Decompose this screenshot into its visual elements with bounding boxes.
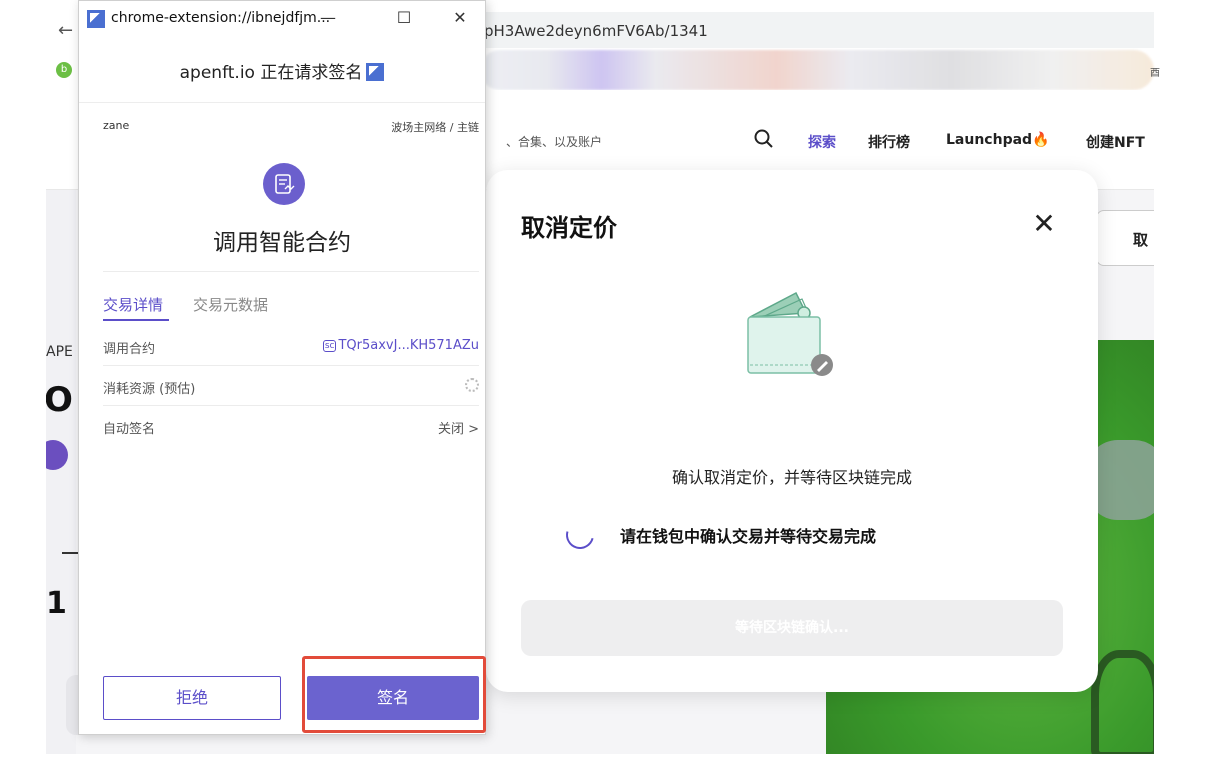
status-text: 请在钱包中确认交易并等待交易完成 <box>620 527 877 546</box>
modal-title: 取消定价 <box>521 214 617 242</box>
row-resource-label: 消耗资源 (预估) <box>103 382 196 397</box>
modal-status: 请在钱包中确认交易并等待交易完成 <box>560 515 877 555</box>
tab-transaction-metadata[interactable]: 交易元数据 <box>193 294 268 315</box>
smart-contract-icon <box>263 163 305 205</box>
tronlink-inline-logo-icon <box>366 63 385 81</box>
modal-description: 确认取消定价，并等待区块链完成 <box>671 468 912 487</box>
partial-button-label: 取 <box>1133 231 1149 249</box>
nav-launchpad-label: Launchpad <box>946 132 1033 148</box>
partial-action-button[interactable]: 取 <box>1096 210 1154 266</box>
signature-request-text: apenft.io 正在请求签名 <box>79 58 485 83</box>
nav-ranking[interactable]: 排行榜 <box>868 132 910 152</box>
wallet-icon <box>747 291 833 376</box>
signature-request-label: apenft.io 正在请求签名 <box>179 63 363 83</box>
cancel-listing-modal: 取消定价 ✕ 确认取消定价，并等待区块链完成 请在钱包中确认交易并等待交易完成 … <box>486 170 1098 692</box>
row-resource-estimate: 消耗资源 (预估) <box>103 366 479 406</box>
blurred-bookmarks-bar <box>480 50 1154 90</box>
contract-address-link[interactable]: sc TQr5axvJ...KH571AZu <box>322 338 479 353</box>
minimize-icon[interactable]: — <box>313 5 343 31</box>
bookmark-icon[interactable]: b <box>56 62 72 78</box>
close-window-icon[interactable]: ✕ <box>445 5 475 31</box>
wallet-extension-popup: chrome-extension://ibnejdfjm... — ☐ ✕ ap… <box>78 0 486 735</box>
maximize-icon[interactable]: ☐ <box>389 5 419 31</box>
network-name: 波场主网络 / 主链 <box>391 121 479 134</box>
popup-titlebar: chrome-extension://ibnejdfjm... — ☐ ✕ <box>79 1 485 37</box>
nft-image-detail-ring <box>1091 650 1154 754</box>
browser-window: ← pH3Awe2deyn6mFV6Ab/1341 b 酉 、合集、以及账户 探… <box>0 0 1214 762</box>
sc-badge: sc <box>322 340 337 352</box>
sign-button[interactable]: 签名 <box>307 676 479 720</box>
tronlink-logo-icon <box>87 10 105 28</box>
search-icon[interactable] <box>753 128 775 150</box>
url-text[interactable]: pH3Awe2deyn6mFV6Ab/1341 <box>484 22 708 40</box>
partial-collection-label: APE <box>46 344 73 360</box>
tab-transaction-details[interactable]: 交易详情 <box>103 294 170 321</box>
bookmark-overflow-text: 酉 <box>1150 68 1160 79</box>
popup-header: apenft.io 正在请求签名 <box>79 37 485 103</box>
row-auto-sign[interactable]: 自动签名 关闭 > <box>103 406 479 446</box>
auto-sign-value[interactable]: 关闭 > <box>438 418 479 437</box>
popup-window-title: chrome-extension://ibnejdfjm... <box>111 10 331 26</box>
close-icon[interactable]: ✕ <box>1030 210 1058 238</box>
nav-create-nft[interactable]: 创建NFT <box>1086 132 1145 152</box>
search-placeholder[interactable]: 、合集、以及账户 <box>506 133 602 150</box>
reject-button[interactable]: 拒绝 <box>103 676 281 720</box>
popup-main-title: 调用智能合约 <box>213 230 351 256</box>
loading-spinner-icon <box>560 515 600 555</box>
waiting-confirmation-button[interactable]: 等待区块链确认... <box>521 600 1063 656</box>
back-arrow-icon[interactable]: ← <box>58 20 73 41</box>
partial-title: O <box>46 380 73 420</box>
divider <box>103 271 479 272</box>
flame-icon: 🔥 <box>1032 132 1050 148</box>
partial-price: 1 <box>46 586 67 621</box>
left-content-strip <box>46 190 76 754</box>
row-contract: 调用合约 sc TQr5axvJ...KH571AZu <box>103 326 479 366</box>
row-contract-label: 调用合约 <box>103 342 156 357</box>
nav-explore[interactable]: 探索 <box>808 132 836 152</box>
row-auto-sign-label: 自动签名 <box>103 422 156 437</box>
contract-address: TQr5axvJ...KH571AZu <box>338 338 479 353</box>
loading-dots-icon <box>465 378 479 392</box>
nav-launchpad[interactable]: Launchpad🔥 <box>946 132 1050 148</box>
account-name: zane <box>103 119 130 132</box>
